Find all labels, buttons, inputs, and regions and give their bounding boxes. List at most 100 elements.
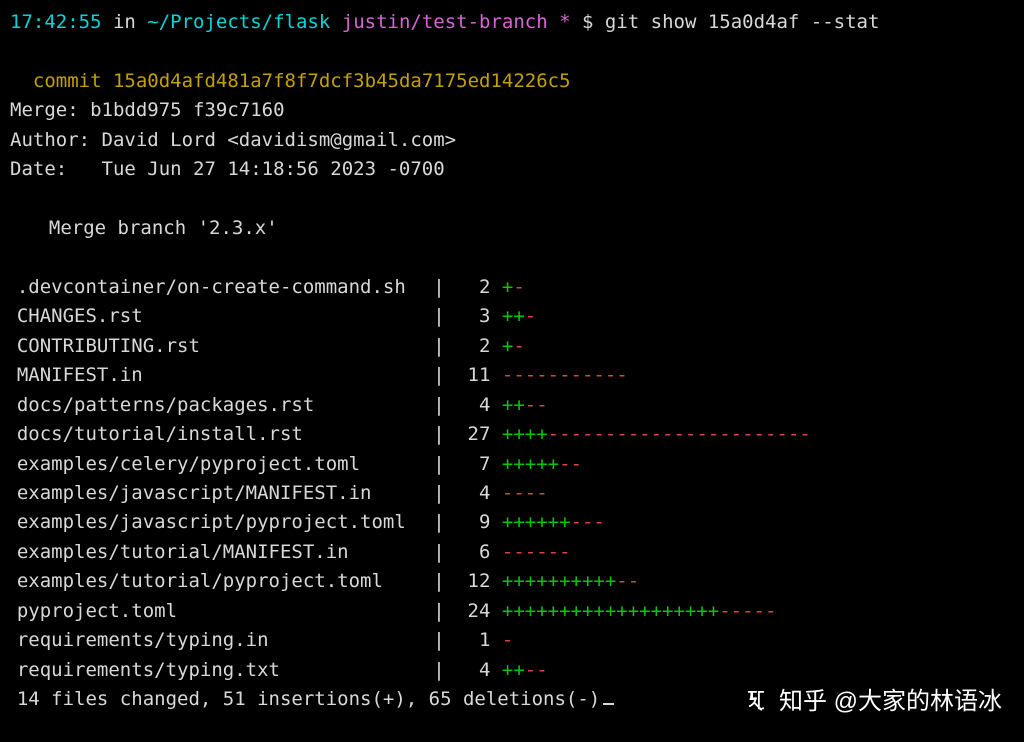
pipe-separator: | <box>422 538 456 567</box>
diffstat-deletions: -- <box>525 656 548 685</box>
prompt-branch: justin/test-branch <box>330 11 559 33</box>
diffstat-row: docs/patterns/packages.rst | 4 ++-- <box>10 391 1014 420</box>
diffstat-deletions: ---- <box>502 479 548 508</box>
diffstat-deletions: - <box>513 273 524 302</box>
pipe-separator: | <box>422 332 456 361</box>
prompt-dirty: * <box>559 11 570 33</box>
diffstat-filename: pyproject.toml <box>10 597 422 626</box>
diffstat-row: CHANGES.rst | 3 ++- <box>10 302 1014 331</box>
pipe-separator: | <box>422 656 456 685</box>
commit-line: commit 15a0d4afd481a7f8f7dcf3b45da7175ed… <box>10 37 1014 96</box>
commit-label: commit <box>33 70 113 92</box>
diffstat-filename: examples/tutorial/MANIFEST.in <box>10 538 422 567</box>
diffstat-filename: examples/javascript/MANIFEST.in <box>10 479 422 508</box>
diffstat-insertions: +++++++++++++++++++ <box>502 597 719 626</box>
diffstat-deletions: -- <box>525 391 548 420</box>
zhihu-icon <box>743 688 769 714</box>
merge-line: Merge: b1bdd975 f39c7160 <box>10 96 1014 125</box>
prompt-command: git show 15a0d4af --stat <box>605 11 880 33</box>
watermark: 知乎 @大家的林语冰 <box>743 683 1002 720</box>
diffstat-count: 9 <box>456 508 490 537</box>
blank-line <box>10 244 1014 273</box>
diffstat-insertions: +++++ <box>502 450 559 479</box>
commit-message: Merge branch '2.3.x' <box>10 214 1014 243</box>
prompt-in: in <box>102 11 148 33</box>
author-line: Author: David Lord <davidism@gmail.com> <box>10 126 1014 155</box>
diffstat-filename: examples/javascript/pyproject.toml <box>10 508 422 537</box>
diffstat-deletions: ----------------------- <box>548 420 811 449</box>
diffstat-insertions: ++ <box>502 656 525 685</box>
diffstat-deletions: - <box>525 302 536 331</box>
diffstat-count: 4 <box>456 656 490 685</box>
diffstat-row: examples/tutorial/pyproject.toml | 12 ++… <box>10 567 1014 596</box>
diffstat-row: pyproject.toml | 24 +++++++++++++++++++-… <box>10 597 1014 626</box>
diffstat-count: 4 <box>456 479 490 508</box>
diffstat-row: examples/javascript/MANIFEST.in | 4 ---- <box>10 479 1014 508</box>
diffstat-row: CONTRIBUTING.rst | 2 +- <box>10 332 1014 361</box>
diffstat-filename: docs/tutorial/install.rst <box>10 420 422 449</box>
commit-hash: 15a0d4afd481a7f8f7dcf3b45da7175ed14226c5 <box>113 70 571 92</box>
diffstat-insertions: ++ <box>502 391 525 420</box>
pipe-separator: | <box>422 450 456 479</box>
pipe-separator: | <box>422 391 456 420</box>
diffstat-filename: CHANGES.rst <box>10 302 422 331</box>
pipe-separator: | <box>422 361 456 390</box>
diffstat-filename: docs/patterns/packages.rst <box>10 391 422 420</box>
diffstat-row: examples/tutorial/MANIFEST.in | 6 ------ <box>10 538 1014 567</box>
diffstat-deletions: - <box>513 332 524 361</box>
diffstat-deletions: -- <box>559 450 582 479</box>
diffstat-deletions: --- <box>571 508 605 537</box>
diffstat-row: examples/celery/pyproject.toml | 7 +++++… <box>10 450 1014 479</box>
pipe-separator: | <box>422 420 456 449</box>
diffstat-filename: CONTRIBUTING.rst <box>10 332 422 361</box>
prompt-dollar: $ <box>571 11 605 33</box>
cursor-icon <box>603 703 614 705</box>
diffstat-count: 2 <box>456 332 490 361</box>
diffstat-row: .devcontainer/on-create-command.sh | 2 +… <box>10 273 1014 302</box>
diffstat-count: 3 <box>456 302 490 331</box>
diffstat-block: .devcontainer/on-create-command.sh | 2 +… <box>10 273 1014 685</box>
diffstat-insertions: ++++++ <box>502 508 571 537</box>
date-line: Date: Tue Jun 27 14:18:56 2023 -0700 <box>10 155 1014 184</box>
diffstat-count: 1 <box>456 626 490 655</box>
diffstat-deletions: ------ <box>502 538 571 567</box>
diffstat-deletions: -- <box>616 567 639 596</box>
diffstat-count: 11 <box>456 361 490 390</box>
pipe-separator: | <box>422 597 456 626</box>
diffstat-deletions: - <box>502 626 513 655</box>
prompt-time: 17:42:55 <box>10 11 102 33</box>
diffstat-insertions: + <box>502 273 513 302</box>
diffstat-count: 12 <box>456 567 490 596</box>
diffstat-filename: requirements/typing.in <box>10 626 422 655</box>
diffstat-row: MANIFEST.in | 11 ----------- <box>10 361 1014 390</box>
diffstat-insertions: + <box>502 332 513 361</box>
diffstat-count: 2 <box>456 273 490 302</box>
diffstat-count: 6 <box>456 538 490 567</box>
pipe-separator: | <box>422 626 456 655</box>
diffstat-count: 7 <box>456 450 490 479</box>
diffstat-row: requirements/typing.in | 1 - <box>10 626 1014 655</box>
blank-line <box>10 185 1014 214</box>
diffstat-insertions: ++++ <box>502 420 548 449</box>
diffstat-row: examples/javascript/pyproject.toml | 9 +… <box>10 508 1014 537</box>
diffstat-row: requirements/typing.txt | 4 ++-- <box>10 656 1014 685</box>
diffstat-count: 4 <box>456 391 490 420</box>
diffstat-deletions: ----- <box>719 597 776 626</box>
diffstat-filename: examples/celery/pyproject.toml <box>10 450 422 479</box>
diffstat-filename: requirements/typing.txt <box>10 656 422 685</box>
diffstat-count: 24 <box>456 597 490 626</box>
diffstat-insertions: ++++++++++ <box>502 567 616 596</box>
pipe-separator: | <box>422 479 456 508</box>
watermark-text: 知乎 @大家的林语冰 <box>779 683 1002 720</box>
diffstat-count: 27 <box>456 420 490 449</box>
diffstat-filename: .devcontainer/on-create-command.sh <box>10 273 422 302</box>
shell-prompt[interactable]: 17:42:55 in ~/Projects/flask justin/test… <box>10 8 1014 37</box>
diffstat-insertions: ++ <box>502 302 525 331</box>
diffstat-row: docs/tutorial/install.rst | 27 ++++-----… <box>10 420 1014 449</box>
pipe-separator: | <box>422 567 456 596</box>
pipe-separator: | <box>422 508 456 537</box>
diffstat-filename: MANIFEST.in <box>10 361 422 390</box>
prompt-path: ~/Projects/flask <box>147 11 330 33</box>
pipe-separator: | <box>422 302 456 331</box>
diffstat-filename: examples/tutorial/pyproject.toml <box>10 567 422 596</box>
